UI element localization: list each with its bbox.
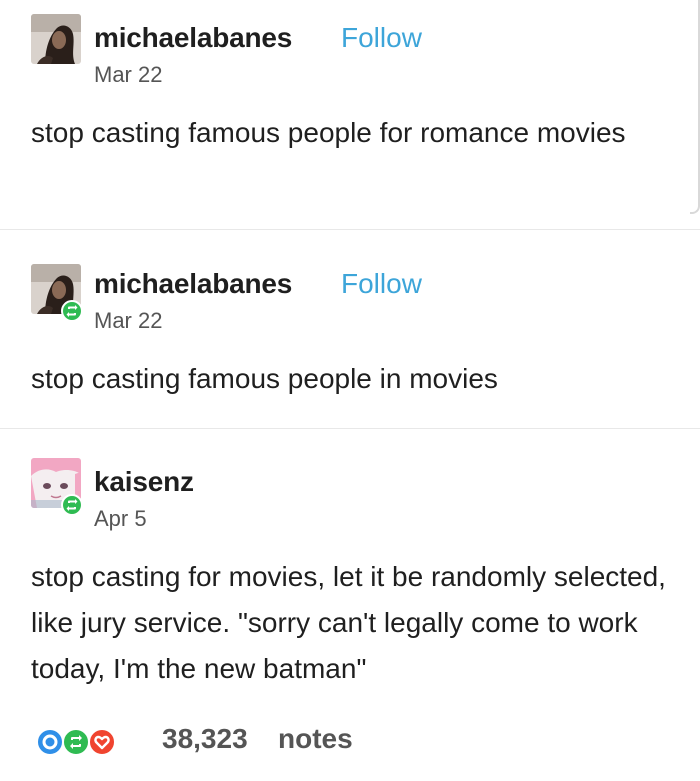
follow-button[interactable]: Follow [341, 268, 422, 300]
post-date[interactable]: Mar 22 [94, 62, 162, 88]
post-card: michaelabanes Follow Mar 22 stop casting… [0, 230, 700, 428]
username[interactable]: michaelabanes [94, 22, 292, 54]
like-icon[interactable] [88, 728, 116, 756]
post-date[interactable]: Apr 5 [94, 506, 147, 532]
notes-row[interactable]: 38,323 notes [36, 722, 436, 762]
post-body: stop casting famous people for romance m… [31, 117, 626, 148]
post-body: stop casting for movies, let it be rando… [31, 561, 666, 684]
post-body: stop casting famous people in movies [31, 363, 498, 394]
notes-label[interactable]: notes [278, 723, 353, 755]
user-avatar-photo-icon [31, 14, 81, 64]
post-card: michaelabanes Follow Mar 22 stop casting… [0, 0, 700, 230]
reblog-icon[interactable] [62, 728, 90, 756]
post-date[interactable]: Mar 22 [94, 308, 162, 334]
follow-button[interactable]: Follow [341, 22, 422, 54]
username[interactable]: michaelabanes [94, 268, 292, 300]
username[interactable]: kaisenz [94, 466, 194, 498]
notes-count[interactable]: 38,323 [162, 723, 248, 755]
user-avatar[interactable] [31, 14, 81, 64]
reply-icon[interactable] [36, 728, 64, 756]
reblog-badge-icon [61, 494, 83, 516]
reblog-badge-icon [61, 300, 83, 322]
